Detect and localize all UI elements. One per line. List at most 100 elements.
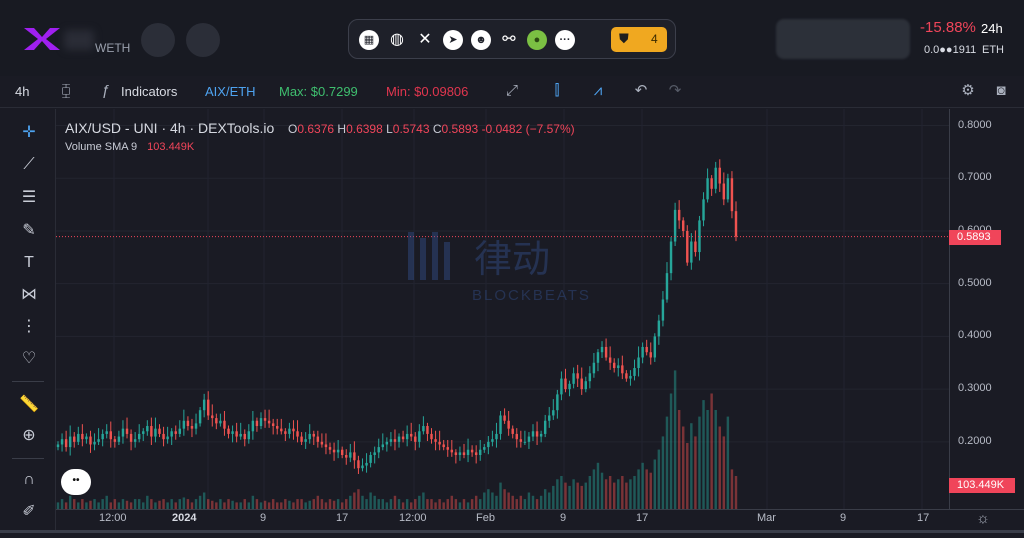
gear-icon[interactable]: ⚙: [959, 82, 977, 100]
volume-bar: [625, 482, 628, 509]
time-tick-label: 17: [917, 512, 930, 524]
candle-body: [568, 383, 571, 390]
candle-body: [531, 431, 535, 437]
price-axis[interactable]: [949, 109, 1024, 509]
candle-body: [434, 439, 437, 442]
volume-bar: [284, 499, 287, 509]
candle-type-icon[interactable]: ⧮: [57, 82, 75, 100]
x-icon[interactable]: ✕: [415, 30, 435, 50]
candle-body: [714, 167, 717, 189]
time-axis[interactable]: ☼: [56, 509, 1024, 530]
ohlc-low-key: L: [386, 122, 393, 136]
candle-body: [336, 449, 340, 453]
heart-icon[interactable]: ♡: [18, 348, 40, 370]
globe-icon[interactable]: ◍: [387, 30, 407, 50]
last-price-tag: 0.5893: [949, 229, 1001, 245]
volume-bar: [81, 499, 84, 509]
text-tool-icon[interactable]: T: [18, 252, 40, 274]
candle-body: [77, 433, 80, 442]
candle-body: [438, 441, 441, 445]
indicators-button[interactable]: Indicators: [121, 84, 177, 99]
volume-bar: [194, 499, 198, 509]
volume-bar: [223, 502, 226, 509]
candle-body: [706, 178, 709, 200]
candle-body: [401, 436, 405, 440]
volume-bar: [470, 499, 474, 509]
volume-bar: [442, 502, 445, 509]
action-circle-1[interactable]: [141, 23, 175, 57]
lock-pencil-icon[interactable]: ✐: [18, 501, 40, 523]
candle-body: [178, 428, 182, 434]
volume-bar: [64, 502, 68, 509]
brush-icon[interactable]: ✎: [18, 220, 40, 242]
function-icon[interactable]: ƒ: [97, 82, 115, 100]
candle-body: [665, 273, 669, 300]
camera-icon[interactable]: ◙: [992, 82, 1010, 100]
pattern-icon[interactable]: ⋈: [18, 284, 40, 306]
candle-body: [645, 346, 648, 353]
reddit-icon[interactable]: ☻: [471, 30, 491, 50]
trendline-icon[interactable]: ⟋: [18, 154, 40, 176]
undo-icon[interactable]: ↶: [632, 82, 650, 100]
quote-token-label: WETH: [95, 41, 131, 55]
candle-body: [129, 433, 133, 442]
axis-settings-icon[interactable]: ☼: [974, 510, 992, 528]
candle-body: [85, 436, 88, 440]
chart-icon[interactable]: ▦: [359, 30, 379, 50]
candle-body: [543, 420, 547, 434]
candle-body: [312, 433, 315, 437]
candle-body: [414, 436, 417, 442]
time-tick-label: 9: [840, 512, 847, 524]
more-icon[interactable]: ···: [555, 30, 575, 50]
volume-bar: [243, 499, 246, 509]
fib-lines-icon[interactable]: ☰: [18, 187, 40, 209]
ruler-icon[interactable]: 📏: [18, 394, 40, 416]
volume-bar: [296, 499, 299, 509]
volume-bar: [401, 502, 405, 509]
pair-toggle-button[interactable]: AIX/ETH: [205, 84, 256, 99]
candle-body: [718, 167, 721, 184]
redo-icon[interactable]: ↷: [666, 82, 684, 100]
candle-body: [491, 439, 494, 442]
coingecko-icon[interactable]: ●: [527, 30, 547, 50]
candle-body: [267, 420, 271, 424]
crosshair-icon[interactable]: ✛: [18, 122, 40, 144]
volume-bar: [377, 499, 380, 509]
volume-bar: [190, 502, 194, 509]
magnet-icon[interactable]: ∩: [18, 469, 40, 491]
volume-legend: Volume SMA 9 103.449K: [65, 141, 194, 153]
chart-title: AIX/USD - UNI · 4h · DEXTools.io: [65, 120, 275, 136]
link-icon[interactable]: ⚯: [499, 30, 519, 50]
volume-bar: [328, 499, 332, 509]
volume-bar: [499, 482, 502, 509]
price-chart[interactable]: [56, 109, 949, 509]
volume-bar: [105, 495, 108, 509]
zoom-in-icon[interactable]: ⊕: [18, 425, 40, 447]
fullscreen-icon[interactable]: ⤢: [503, 82, 521, 100]
candle-body: [629, 375, 632, 379]
price-eth-value: 0.0●●1911: [924, 44, 977, 56]
candle-body: [572, 373, 575, 384]
prediction-icon[interactable]: ⋮: [18, 316, 40, 338]
volume-bar: [304, 502, 307, 509]
audit-badge[interactable]: ⛊ 4: [611, 27, 667, 52]
telegram-icon[interactable]: ➤: [443, 30, 463, 50]
action-circle-2[interactable]: [186, 23, 220, 57]
volume-bar: [129, 502, 133, 509]
candle-body: [174, 431, 177, 434]
ohlc-open: 0.6376: [297, 122, 335, 136]
bar-chart-icon[interactable]: ⫿: [548, 82, 566, 100]
line-chart-icon[interactable]: ⩘: [589, 82, 607, 100]
candle-body: [487, 441, 490, 448]
volume-bar: [292, 502, 295, 509]
volume-bar: [357, 489, 360, 509]
candle-body: [251, 420, 255, 432]
volume-bar: [726, 416, 730, 509]
candle-body: [722, 183, 726, 200]
volume-bar: [560, 476, 563, 509]
bottom-scrollbar[interactable]: [0, 530, 1024, 538]
volume-bar: [385, 502, 389, 509]
hide-legend-button[interactable]: ••: [61, 469, 91, 495]
interval-selector[interactable]: 4h: [15, 84, 29, 99]
ohlc-high-key: H: [337, 122, 347, 136]
